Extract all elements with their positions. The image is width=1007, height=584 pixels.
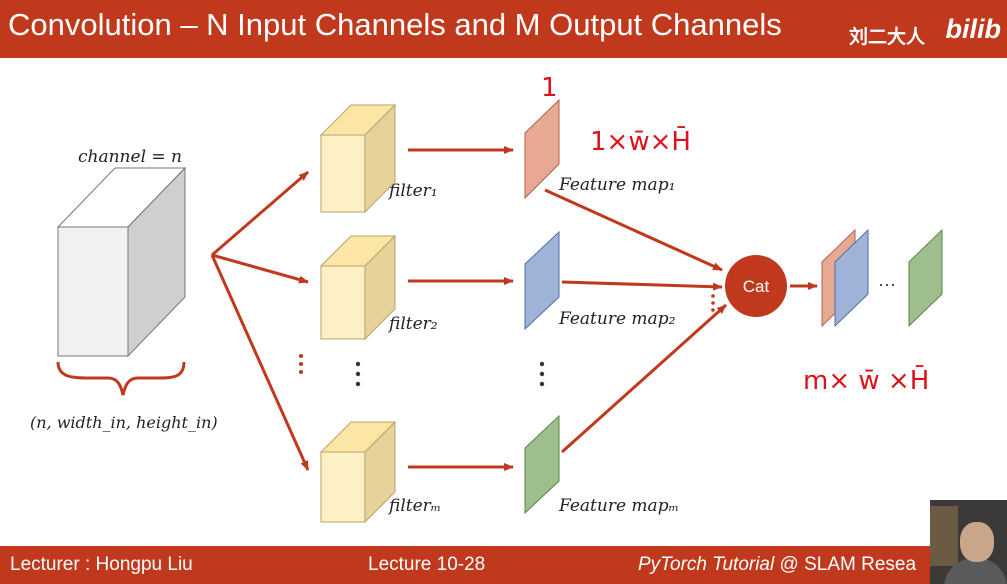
filter-2: [319, 234, 397, 341]
title-bar: Convolution – N Input Channels and M Out…: [0, 0, 1007, 58]
feature-map-1: [524, 98, 560, 200]
webcam-background-shelf: [930, 506, 958, 566]
filter-1-label: filter₁: [387, 181, 438, 201]
input-tensor-cube: [56, 166, 187, 358]
feature-map-m-label: Feature mapₘ: [558, 496, 679, 516]
feature-map-2: [524, 230, 560, 331]
vertical-ellipsis-maps: [539, 361, 545, 387]
annotation-m-dims: m× w̄ ×H̄: [803, 364, 929, 396]
feature-map-2-label: Feature map₂: [558, 309, 676, 329]
annotation-one: 1: [541, 73, 558, 103]
course-rest: @ SLAM Resea: [774, 554, 917, 575]
webcam-presenter-head: [960, 522, 994, 562]
convolution-diagram: channel = n (n, width_in, height_in) fil…: [30, 73, 943, 524]
slide-title: Convolution – N Input Channels and M Out…: [8, 7, 782, 42]
fanout-arrows: [210, 170, 310, 471]
presenter-webcam: [930, 500, 1007, 584]
filter-2-label: filter₂: [387, 314, 438, 334]
bilibili-logo: bilib: [945, 14, 1002, 44]
filter-m-label: filterₘ: [387, 496, 441, 516]
lecture-number: Lecture 10-28: [368, 554, 486, 575]
footer-bar: Lecturer : Hongpu Liu Lecture 10-28 PyTo…: [0, 546, 1007, 584]
filter-1: [319, 103, 397, 214]
output-ellipsis: ···: [878, 274, 896, 294]
annotation-one-dims: 1×w̄×H̄: [590, 125, 691, 157]
course-label: PyTorch Tutorial @ SLAM Resea: [638, 554, 916, 576]
vertical-ellipsis-cat: [711, 294, 715, 312]
course-italic: PyTorch Tutorial: [638, 554, 775, 575]
feature-map-1-label: Feature map₁: [558, 175, 675, 195]
input-shape-label: (n, width_in, height_in): [30, 413, 218, 432]
cat-label: Cat: [743, 277, 770, 296]
lecturer-label: Lecturer : Hongpu Liu: [10, 554, 193, 575]
vertical-ellipsis-arrows: [299, 354, 303, 374]
input-brace: [56, 361, 186, 396]
vertical-ellipsis-filters: [355, 361, 361, 387]
feature-map-m: [524, 414, 560, 515]
filter-m: [319, 420, 397, 524]
uploader-watermark: 刘二大人: [848, 27, 925, 48]
input-channel-label: channel = n: [78, 147, 182, 167]
